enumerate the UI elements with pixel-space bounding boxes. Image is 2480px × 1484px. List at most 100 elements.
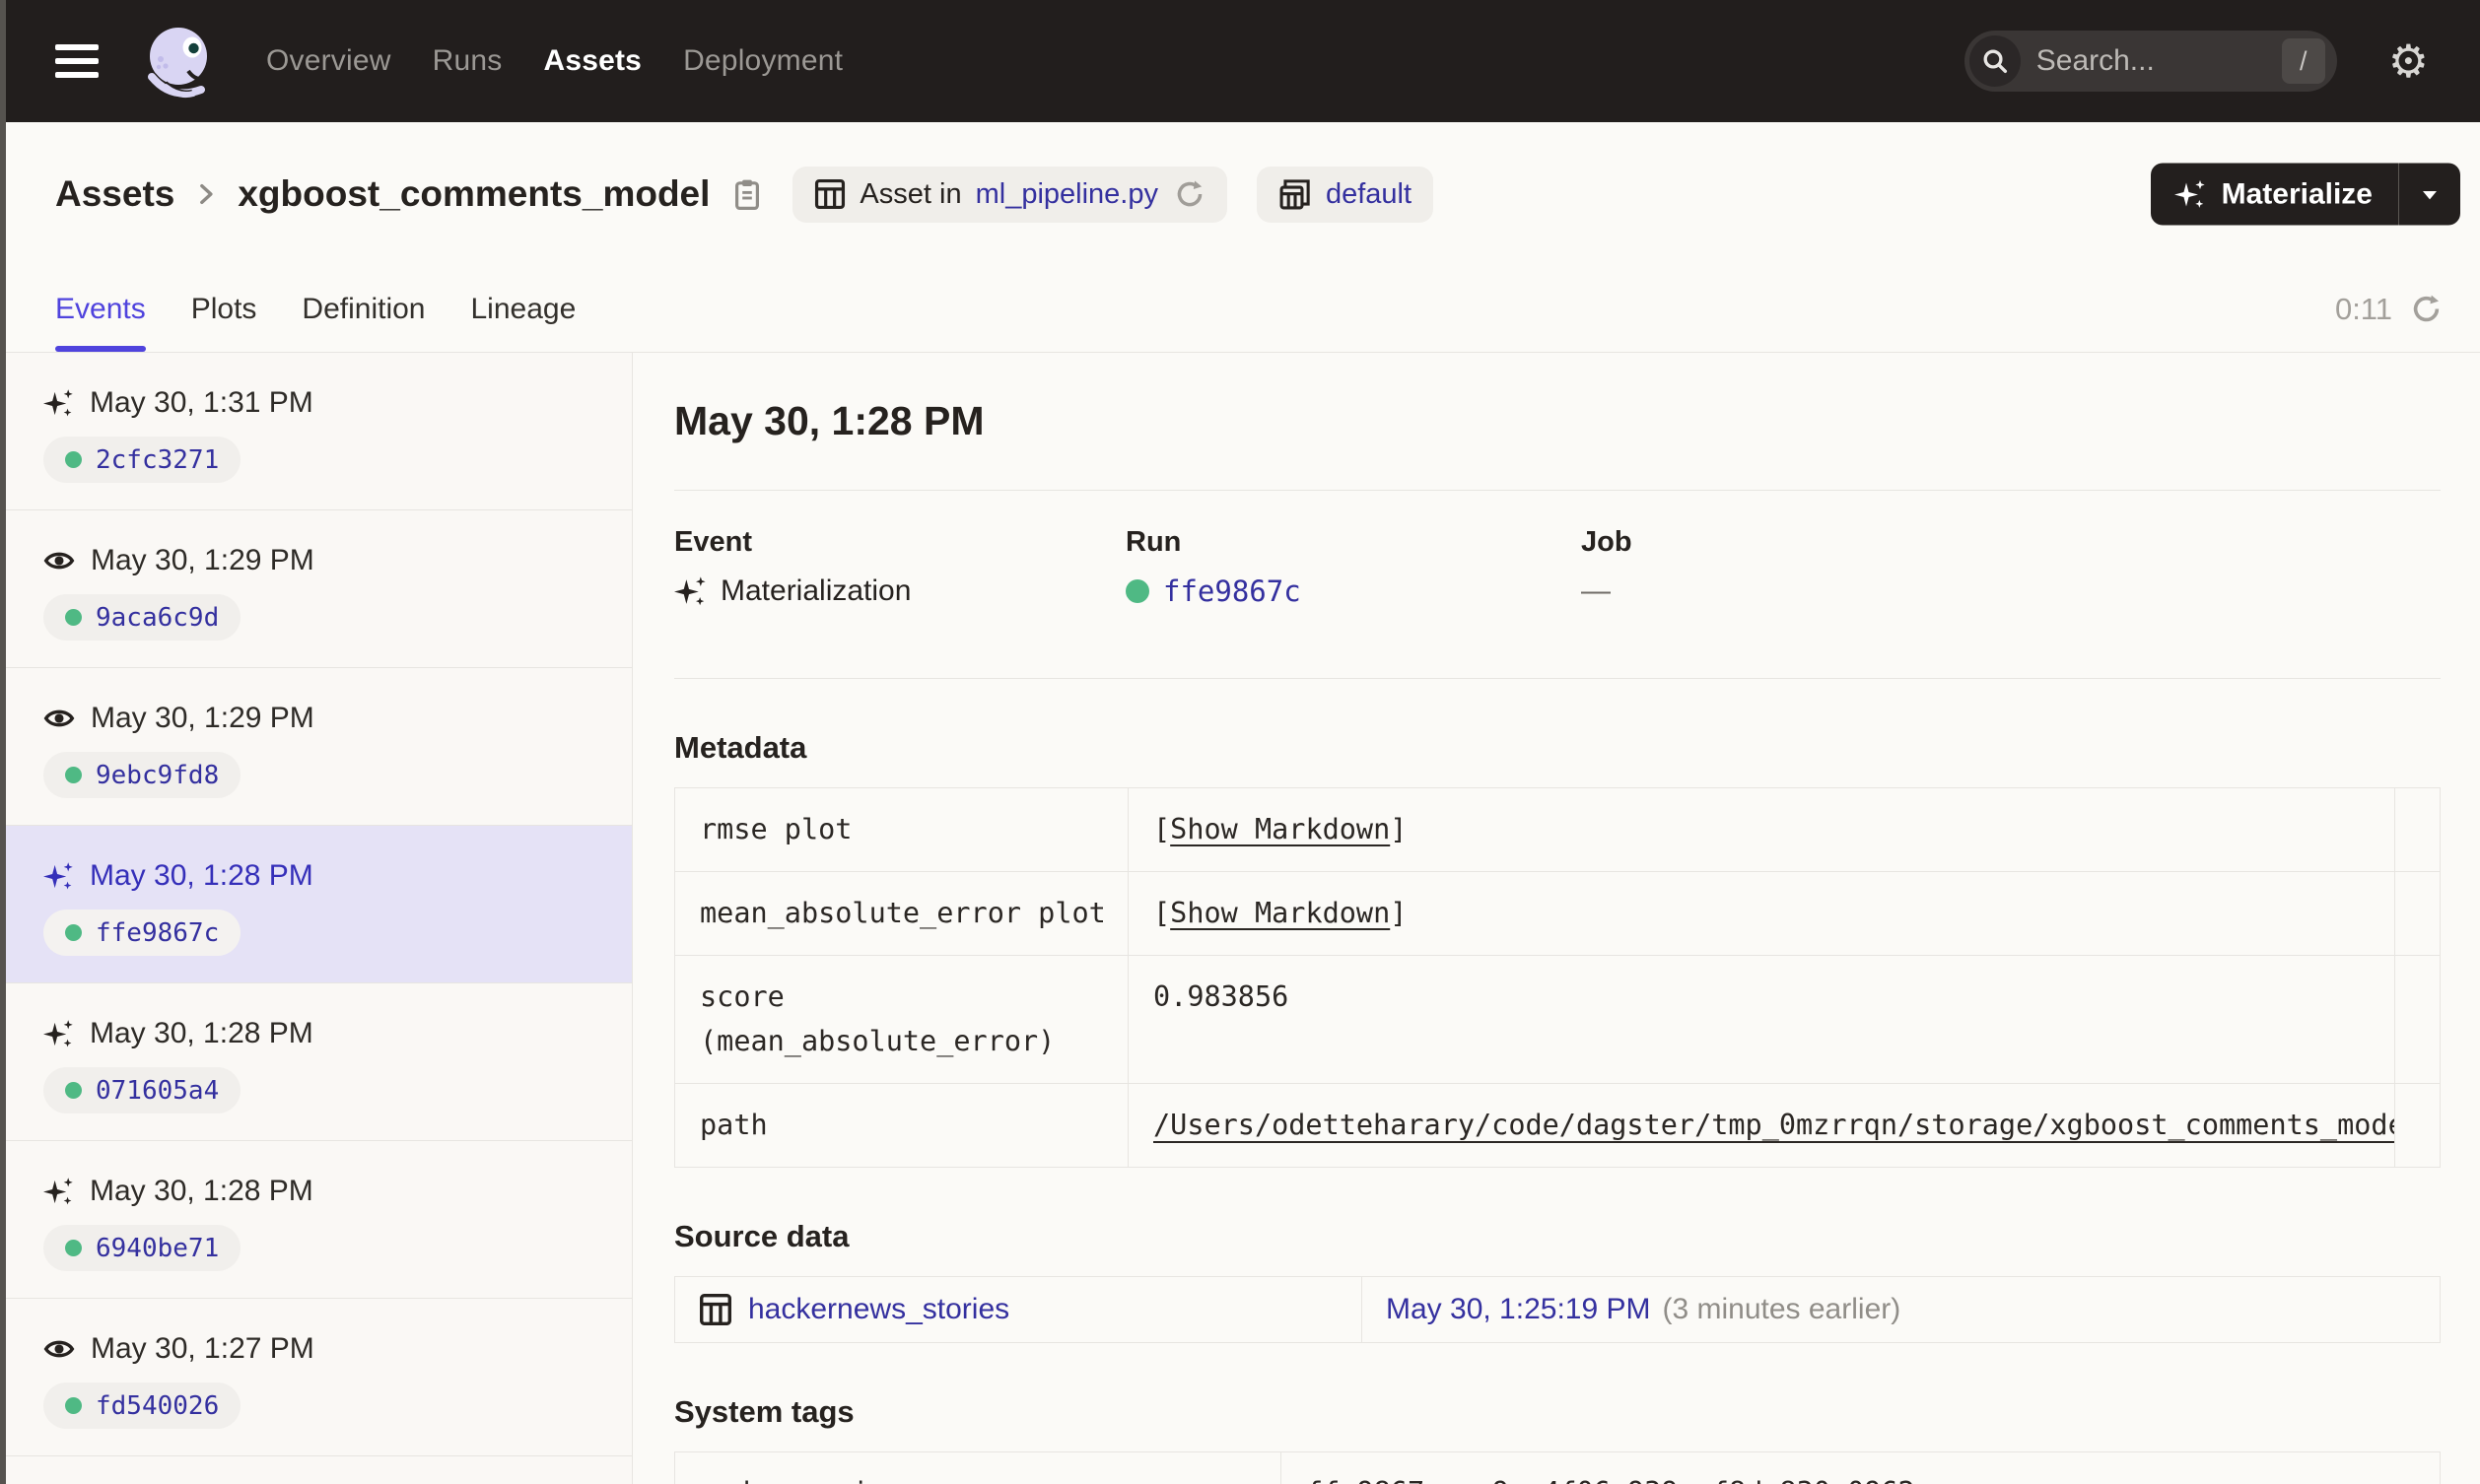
run-id-link[interactable]: 9ebc9fd8 bbox=[96, 761, 219, 790]
event-summary: Event Materialization Run ffe9867c Job — bbox=[674, 491, 2441, 678]
metadata-action-cell bbox=[2394, 955, 2441, 1084]
job-column-label: Job bbox=[1581, 526, 1632, 558]
source-timestamp-link[interactable]: May 30, 1:25:19 PM bbox=[1386, 1293, 1650, 1325]
storage-path-link[interactable]: /Users/odetteharary/code/dagster/tmp_0mz… bbox=[1153, 1109, 2394, 1141]
materialization-sparkle-icon bbox=[43, 861, 74, 892]
event-detail-panel: May 30, 1:28 PM Event Materialization Ru… bbox=[633, 353, 2480, 1484]
event-list-item[interactable]: May 30, 1:31 PM 2cfc3271 bbox=[0, 353, 632, 510]
table-row: rmse plot [Show Markdown] bbox=[674, 786, 2441, 873]
event-timestamp: May 30, 1:28 PM bbox=[90, 859, 313, 892]
bracket: ] bbox=[1390, 813, 1408, 845]
asset-tabs: Events Plots Definition Lineage bbox=[55, 266, 576, 352]
metadata-table: rmse plot [Show Markdown] mean_absolute_… bbox=[674, 786, 2441, 1168]
event-detail-title: May 30, 1:28 PM bbox=[674, 398, 985, 443]
tab-definition[interactable]: Definition bbox=[302, 266, 425, 352]
run-id-link[interactable]: 9aca6c9d bbox=[96, 603, 219, 633]
run-id-link[interactable]: 2cfc3271 bbox=[96, 445, 219, 475]
event-column-label: Event bbox=[674, 526, 752, 558]
materialization-sparkle-icon bbox=[43, 388, 74, 419]
nav-item-overview[interactable]: Overview bbox=[266, 44, 391, 78]
reload-location-icon[interactable] bbox=[1174, 178, 1206, 210]
materialize-dropdown-button[interactable] bbox=[2399, 164, 2460, 226]
run-status-dot bbox=[65, 1397, 82, 1414]
show-markdown-link[interactable]: Show Markdown bbox=[1170, 897, 1390, 929]
run-id-link[interactable]: 071605a4 bbox=[96, 1076, 219, 1106]
upstream-asset-name: hackernews_stories bbox=[748, 1292, 1010, 1325]
observation-eye-icon bbox=[43, 703, 75, 734]
bracket: [ bbox=[1153, 813, 1171, 845]
asset-grid-icon bbox=[699, 1293, 732, 1326]
event-timestamp: May 30, 1:29 PM bbox=[91, 544, 314, 576]
menu-icon[interactable] bbox=[55, 44, 99, 78]
caret-down-icon bbox=[2416, 180, 2444, 208]
settings-gear-icon[interactable]: ⚙ bbox=[2388, 38, 2429, 84]
nav-item-deployment[interactable]: Deployment bbox=[683, 44, 843, 78]
tab-events[interactable]: Events bbox=[55, 266, 146, 352]
nav-item-assets[interactable]: Assets bbox=[543, 44, 642, 78]
materialize-button[interactable]: Materialize bbox=[2151, 164, 2398, 226]
search-box[interactable]: / bbox=[1963, 31, 2337, 92]
page-header: Assets xgboost_comments_model Asset in m… bbox=[0, 122, 2480, 266]
run-id-pill[interactable]: ffe9867c bbox=[43, 910, 241, 956]
run-status-dot bbox=[65, 451, 82, 468]
run-status-dot bbox=[65, 767, 82, 783]
run-id-pill[interactable]: 2cfc3271 bbox=[43, 437, 241, 483]
metadata-value: /Users/odetteharary/code/dagster/tmp_0mz… bbox=[1128, 1082, 2395, 1168]
top-nav: Overview Runs Assets Deployment / ⚙ bbox=[0, 0, 2480, 122]
run-id-link[interactable]: fd540026 bbox=[96, 1391, 219, 1421]
dagster-logo[interactable] bbox=[136, 20, 219, 102]
table-row: path /Users/odetteharary/code/dagster/tm… bbox=[674, 1082, 2441, 1168]
event-list-item[interactable]: May 30, 1:29 PM 9ebc9fd8 bbox=[0, 668, 632, 826]
metadata-action-cell bbox=[2394, 1082, 2441, 1168]
divider bbox=[674, 678, 2441, 679]
job-empty-value: — bbox=[1581, 574, 1611, 607]
event-type-value: Materialization bbox=[721, 574, 912, 607]
repository-badge[interactable]: default bbox=[1256, 166, 1434, 223]
table-row: score (mean_absolute_error) 0.983856 bbox=[674, 955, 2441, 1084]
run-id-pill[interactable]: 9ebc9fd8 bbox=[43, 752, 241, 798]
search-shortcut-key: / bbox=[2281, 38, 2325, 84]
observation-eye-icon bbox=[43, 1333, 75, 1365]
copy-asset-name-icon[interactable] bbox=[731, 178, 763, 210]
run-id-pill[interactable]: 071605a4 bbox=[43, 1067, 241, 1113]
metadata-action-cell bbox=[2394, 871, 2441, 957]
event-timestamp: May 30, 1:28 PM bbox=[90, 1017, 313, 1049]
system-tag-key: code_version bbox=[674, 1450, 1281, 1484]
event-list-item-selected[interactable]: May 30, 1:28 PM ffe9867c bbox=[0, 826, 632, 983]
bracket: ] bbox=[1390, 897, 1408, 930]
run-status-dot bbox=[1126, 579, 1149, 603]
event-timestamp: May 30, 1:27 PM bbox=[91, 1332, 314, 1365]
event-list-sidebar: May 30, 1:31 PM 2cfc3271 May 30, 1:29 PM… bbox=[0, 353, 633, 1484]
search-input[interactable] bbox=[2035, 44, 2282, 78]
refresh-timer: 0:11 bbox=[2335, 292, 2443, 327]
tab-lineage[interactable]: Lineage bbox=[471, 266, 577, 352]
asset-location-badge[interactable]: Asset in ml_pipeline.py bbox=[792, 166, 1227, 223]
run-id-link[interactable]: ffe9867c bbox=[1163, 574, 1301, 608]
event-list-item[interactable]: May 30, 1:28 PM 071605a4 bbox=[0, 983, 632, 1141]
run-id-pill[interactable]: 9aca6c9d bbox=[43, 594, 241, 641]
timer-countdown: 0:11 bbox=[2334, 291, 2392, 326]
run-status-dot bbox=[65, 1082, 82, 1099]
bracket: [ bbox=[1153, 897, 1171, 930]
nav-item-runs[interactable]: Runs bbox=[433, 44, 503, 78]
run-status-dot bbox=[65, 609, 82, 626]
metadata-action-cell bbox=[2394, 786, 2441, 873]
event-list-item[interactable]: May 30, 1:29 PM 9aca6c9d bbox=[0, 510, 632, 668]
run-id-pill[interactable]: fd540026 bbox=[43, 1383, 241, 1429]
event-list-item[interactable]: May 30, 1:27 PM fd540026 bbox=[0, 1299, 632, 1456]
refresh-icon[interactable] bbox=[2410, 293, 2443, 325]
upstream-asset-link[interactable]: hackernews_stories bbox=[699, 1293, 1351, 1326]
repository-name: default bbox=[1325, 177, 1412, 210]
run-id-pill[interactable]: 6940be71 bbox=[43, 1225, 241, 1271]
run-id-link[interactable]: ffe9867c bbox=[96, 918, 219, 948]
event-list-item[interactable]: May 30, 1:28 PM 6940be71 bbox=[0, 1141, 632, 1299]
tab-plots[interactable]: Plots bbox=[191, 266, 257, 352]
code-location-link[interactable]: ml_pipeline.py bbox=[976, 178, 1158, 211]
chevron-right-icon bbox=[192, 180, 220, 208]
show-markdown-link[interactable]: Show Markdown bbox=[1170, 813, 1390, 845]
breadcrumb-assets-link[interactable]: Assets bbox=[55, 173, 174, 215]
run-id-link[interactable]: 6940be71 bbox=[96, 1234, 219, 1263]
metadata-value: 0.983856 bbox=[1128, 955, 2395, 1084]
source-data-table: hackernews_stories May 30, 1:25:19 PM (3 … bbox=[674, 1275, 2441, 1343]
metadata-key: path bbox=[674, 1082, 1129, 1168]
